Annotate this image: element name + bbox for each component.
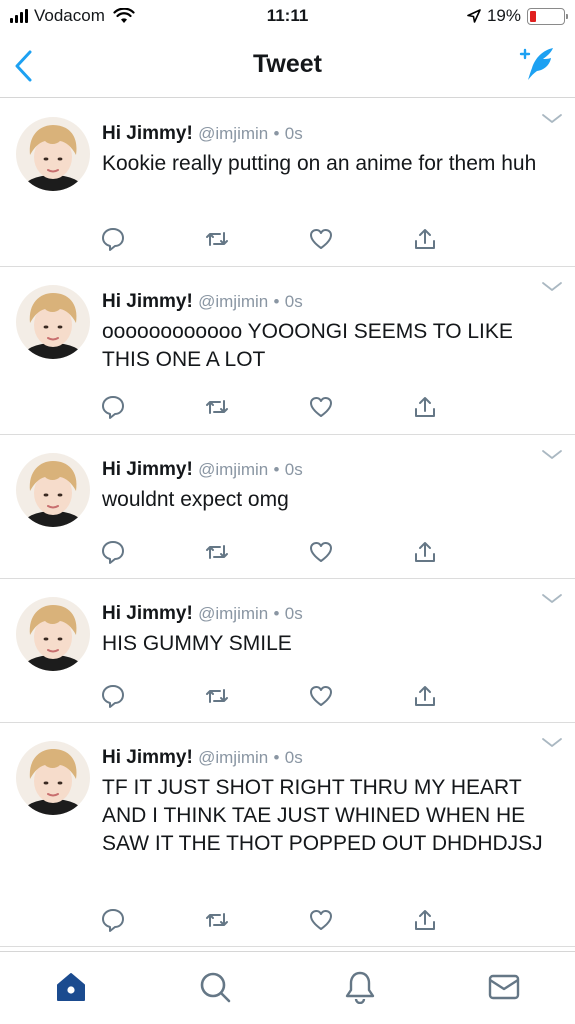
timestamp: 0s	[284, 604, 303, 623]
tweet-header: Hi Jimmy! @imjimin • 0s	[102, 291, 547, 313]
notifications-bell-icon[interactable]	[343, 970, 377, 1004]
timestamp: 0s	[284, 292, 303, 311]
separator-dot: •	[273, 748, 280, 767]
username-handle[interactable]: @imjimin	[198, 292, 268, 311]
tweet-text: HIS GUMMY SMILE	[102, 632, 292, 655]
status-bar: Vodacom 11:11 19%	[0, 0, 575, 34]
reply-icon[interactable]	[100, 394, 126, 420]
home-icon[interactable]	[54, 970, 88, 1004]
separator-dot: •	[273, 460, 280, 479]
separator-dot: •	[273, 604, 280, 623]
timestamp: 0s	[284, 460, 303, 479]
location-arrow-icon	[467, 9, 481, 23]
avatar[interactable]	[16, 741, 90, 815]
retweet-icon[interactable]	[204, 907, 230, 933]
timestamp: 0s	[284, 124, 303, 143]
tweet-body: Hi Jimmy! @imjimin • 0s Kookie really pu…	[102, 123, 547, 178]
tweet-text: wouldnt expect omg	[102, 488, 289, 511]
reply-icon[interactable]	[100, 226, 126, 252]
tweet-body: Hi Jimmy! @imjimin • 0s TF IT JUST SHOT …	[102, 747, 547, 858]
username-handle[interactable]: @imjimin	[198, 460, 268, 479]
avatar[interactable]	[16, 285, 90, 359]
share-icon[interactable]	[412, 394, 438, 420]
timestamp: 0s	[284, 748, 303, 767]
heart-icon[interactable]	[308, 394, 334, 420]
battery-percent: 19%	[486, 6, 521, 25]
display-name[interactable]: Hi Jimmy!	[102, 123, 193, 144]
tweet-body: Hi Jimmy! @imjimin • 0s HIS GUMMY SMILE	[102, 603, 547, 658]
nav-bar: Tweet	[0, 34, 575, 98]
tweet[interactable]: Hi Jimmy! @imjimin • 0s TF IT JUST SHOT …	[0, 723, 575, 947]
avatar[interactable]	[16, 597, 90, 671]
status-right: 19%	[467, 6, 568, 26]
share-icon[interactable]	[412, 539, 438, 565]
avatar-image	[16, 453, 90, 527]
retweet-icon[interactable]	[204, 683, 230, 709]
search-icon[interactable]	[198, 970, 232, 1004]
tweet-actions	[100, 539, 445, 565]
messages-envelope-icon[interactable]	[487, 970, 521, 1004]
tweet-body: Hi Jimmy! @imjimin • 0s wouldnt expect o…	[102, 459, 547, 514]
retweet-icon[interactable]	[204, 539, 230, 565]
heart-icon[interactable]	[308, 907, 334, 933]
battery-level	[530, 10, 536, 22]
tweet-actions	[100, 683, 445, 709]
tweet-header: Hi Jimmy! @imjimin • 0s	[102, 459, 547, 481]
tweet-text: TF IT JUST SHOT RIGHT THRU MY HEART AND …	[102, 776, 543, 855]
tweet-actions	[100, 907, 445, 933]
tweet[interactable]: Hi Jimmy! @imjimin • 0s Kookie really pu…	[0, 99, 575, 267]
reply-icon[interactable]	[100, 683, 126, 709]
tweet[interactable]: Hi Jimmy! @imjimin • 0s wouldnt expect o…	[0, 435, 575, 579]
tweet-header: Hi Jimmy! @imjimin • 0s	[102, 603, 547, 625]
tweet-header: Hi Jimmy! @imjimin • 0s	[102, 747, 547, 769]
share-icon[interactable]	[412, 907, 438, 933]
avatar-image	[16, 597, 90, 671]
tweet[interactable]: Hi Jimmy! @imjimin • 0s HIS GUMMY SMILE	[0, 579, 575, 723]
tweet-body: Hi Jimmy! @imjimin • 0s oooooooooooo YOO…	[102, 291, 547, 374]
tab-bar	[0, 951, 575, 1024]
display-name[interactable]: Hi Jimmy!	[102, 747, 193, 768]
avatar-image	[16, 741, 90, 815]
username-handle[interactable]: @imjimin	[198, 124, 268, 143]
avatar[interactable]	[16, 453, 90, 527]
avatar[interactable]	[16, 117, 90, 191]
display-name[interactable]: Hi Jimmy!	[102, 291, 193, 312]
retweet-icon[interactable]	[204, 226, 230, 252]
display-name[interactable]: Hi Jimmy!	[102, 603, 193, 624]
share-icon[interactable]	[412, 226, 438, 252]
tweet-actions	[100, 226, 445, 252]
share-icon[interactable]	[412, 683, 438, 709]
compose-tweet-icon[interactable]	[515, 44, 557, 84]
tweet[interactable]: Hi Jimmy! @imjimin • 0s oooooooooooo YOO…	[0, 267, 575, 435]
tweet-text: oooooooooooo YOOONGI SEEMS TO LIKE THIS …	[102, 320, 513, 371]
retweet-icon[interactable]	[204, 394, 230, 420]
separator-dot: •	[273, 124, 280, 143]
tweet-actions	[100, 394, 445, 420]
username-handle[interactable]: @imjimin	[198, 748, 268, 767]
avatar-image	[16, 285, 90, 359]
battery-icon	[527, 7, 568, 25]
display-name[interactable]: Hi Jimmy!	[102, 459, 193, 480]
tweet-header: Hi Jimmy! @imjimin • 0s	[102, 123, 547, 145]
tweet-text: Kookie really putting on an anime for th…	[102, 152, 537, 175]
reply-icon[interactable]	[100, 539, 126, 565]
heart-icon[interactable]	[308, 226, 334, 252]
reply-icon[interactable]	[100, 907, 126, 933]
tweet-feed[interactable]: Hi Jimmy! @imjimin • 0s Kookie really pu…	[0, 99, 575, 951]
page-title: Tweet	[253, 50, 322, 78]
heart-icon[interactable]	[308, 683, 334, 709]
username-handle[interactable]: @imjimin	[198, 604, 268, 623]
heart-icon[interactable]	[308, 539, 334, 565]
separator-dot: •	[273, 292, 280, 311]
avatar-image	[16, 117, 90, 191]
